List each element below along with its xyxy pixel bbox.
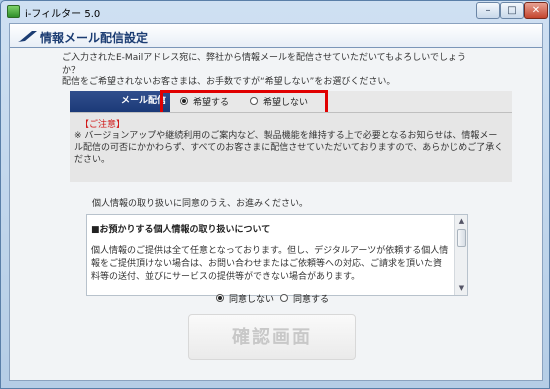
radio-agree[interactable] (280, 294, 288, 302)
scroll-thumb[interactable] (457, 229, 466, 247)
title-bar: i-フィルター 5.0 – □ ✕ (1, 1, 549, 23)
window-title: i-フィルター 5.0 (25, 9, 101, 20)
radio-agree-label[interactable]: 同意する (293, 292, 329, 305)
scroll-down-icon[interactable]: ▼ (456, 283, 467, 294)
maximize-button[interactable]: □ (500, 2, 524, 19)
notice-box: 【ご注意】 ※ バージョンアップや継続利用のご案内など、製品機能を維持する上で必… (70, 112, 512, 182)
agreement-intro: 個人情報の取り扱いに同意のうえ、お進みください。 (92, 199, 309, 209)
intro-text-2: 配信をご希望されないお客さまは、お手数ですが“希望しない”をお選びください。 (62, 77, 396, 87)
page-title: 情報メール配信設定 (40, 31, 149, 45)
privacy-policy-box: ■お預かりする個人情報の取り扱いについて 個人情報のご提供は全て任意となっており… (86, 214, 468, 296)
pencil-icon (18, 31, 37, 42)
mail-delivery-label: メール配信 (70, 91, 170, 112)
notice-text: ※ バージョンアップや継続利用のご案内など、製品機能を維持する上で必要となるお知… (74, 131, 504, 165)
close-button[interactable]: ✕ (524, 2, 548, 19)
confirm-button[interactable]: 確認画面 (188, 314, 356, 360)
app-window: i-フィルター 5.0 – □ ✕ 情報メール配信設定 ご入力されたE-Mail… (0, 0, 550, 389)
notice-heading: 【ご注意】 (80, 120, 126, 130)
policy-scrollbar[interactable]: ▲ ▼ (454, 215, 467, 295)
scroll-up-icon[interactable]: ▲ (456, 216, 467, 227)
section-header: 情報メール配信設定 (10, 24, 542, 48)
app-icon (7, 5, 20, 18)
radio-disagree[interactable] (216, 294, 224, 302)
minimize-button[interactable]: – (476, 2, 500, 19)
policy-text: 個人情報のご提供は全て任意となっております。但し、デジタルアーツが依頼する個人情… (91, 246, 449, 282)
policy-title: ■お預かりする個人情報の取り扱いについて (91, 225, 271, 235)
radio-disagree-label[interactable]: 同意しない (229, 292, 274, 305)
client-area: 情報メール配信設定 ご入力されたE-Mailアドレス宛に、弊社から情報メールを配… (9, 23, 543, 381)
